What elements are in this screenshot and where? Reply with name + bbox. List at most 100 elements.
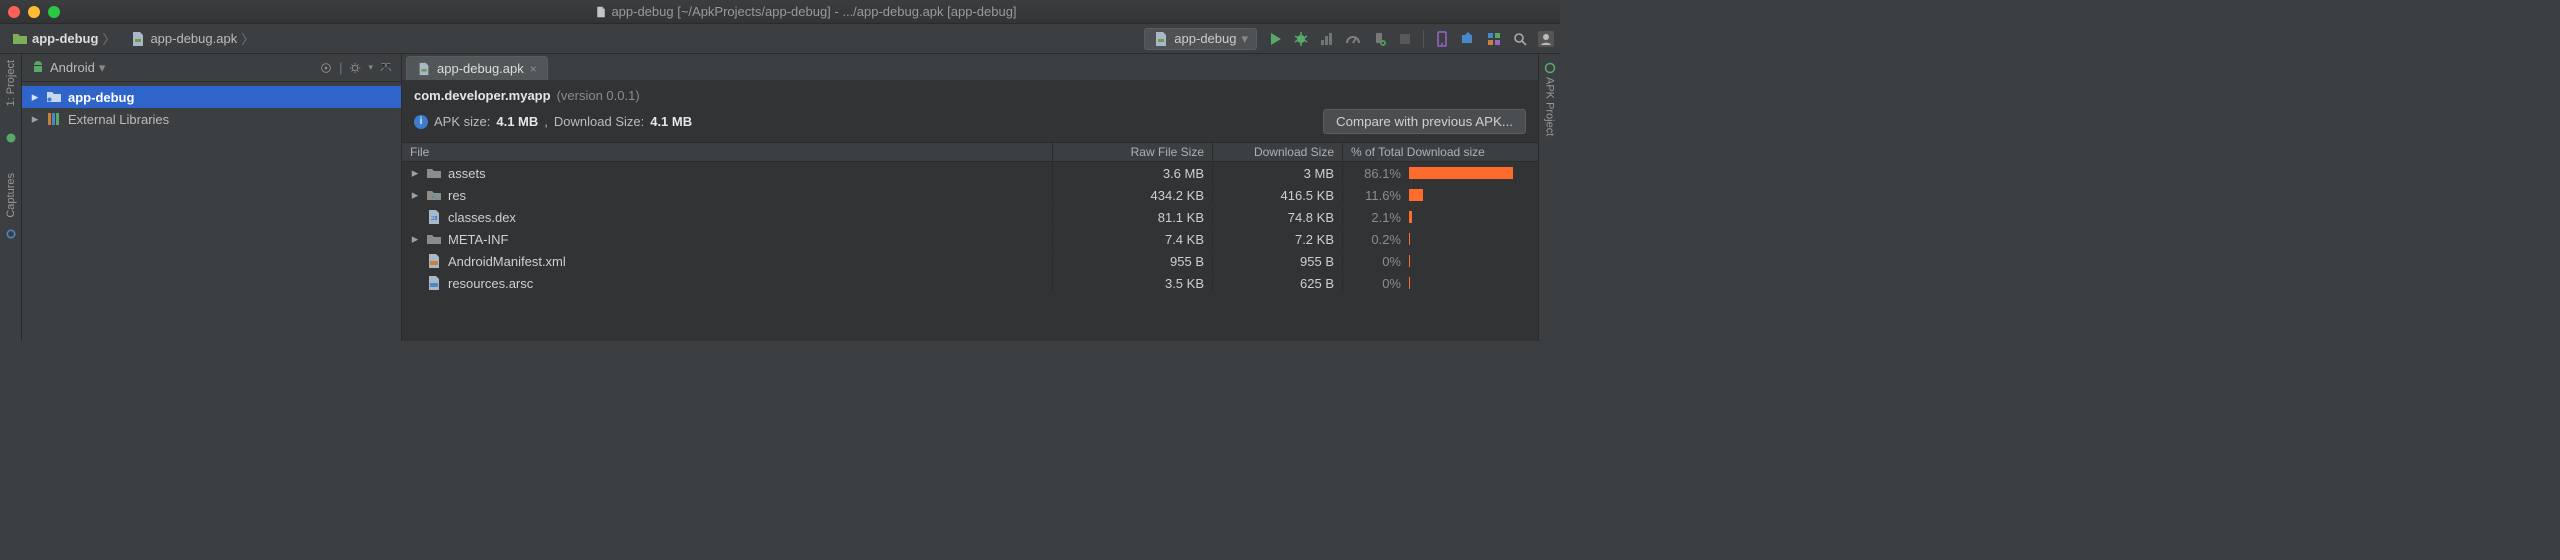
toolbar-separator: | [339, 60, 342, 75]
breadcrumb-file[interactable]: app-debug.apk 〉 [124, 27, 260, 50]
editor-tabbar: app-debug.apk × [402, 54, 1538, 80]
tool-tab-captures[interactable]: Captures [5, 173, 17, 218]
file-icon [595, 6, 607, 18]
close-window-button[interactable] [8, 6, 20, 18]
run-button[interactable] [1267, 31, 1283, 47]
file-name: META-INF [448, 232, 508, 247]
debug-button[interactable] [1293, 31, 1309, 47]
file-name: AndroidManifest.xml [448, 254, 566, 269]
file-name: resources.arsc [448, 276, 533, 291]
percent-bar [1409, 231, 1530, 247]
editor-tab-label: app-debug.apk [437, 61, 524, 76]
target-icon[interactable] [319, 61, 333, 75]
content-area: Android ▾ | ▾ ▸ app-debug ▸ [22, 54, 1538, 341]
attach-button[interactable] [1371, 31, 1387, 47]
percent-cell: 2.1% [1343, 209, 1538, 225]
tool-tab-apk-project[interactable]: APK Project [1544, 77, 1556, 136]
gauge-icon[interactable] [1345, 31, 1361, 47]
expand-arrow-icon[interactable]: ▸ [30, 111, 40, 127]
package-version: (version 0.0.1) [557, 88, 640, 103]
breadcrumb-root[interactable]: app-debug 〉 [6, 27, 121, 50]
window-titlebar: app-debug [~/ApkProjects/app-debug] - ..… [0, 0, 1560, 24]
col-header-download[interactable]: Download Size [1213, 143, 1343, 161]
gear-icon[interactable] [348, 61, 362, 75]
android-icon [5, 132, 17, 147]
expand-arrow-icon[interactable]: ▸ [410, 231, 420, 247]
profile-button[interactable] [1319, 31, 1335, 47]
download-size: 7.2 KB [1213, 230, 1343, 249]
project-folder-icon [12, 31, 28, 47]
file-type-icon [426, 165, 442, 181]
percent-cell: 0.2% [1343, 231, 1538, 247]
sdk-manager-button[interactable] [1460, 31, 1476, 47]
raw-size: 955 B [1053, 252, 1213, 271]
col-header-file[interactable]: File [402, 143, 1053, 161]
table-body: ▸assets3.6 MB3 MB86.1%▸res434.2 KB416.5 … [402, 162, 1538, 294]
editor-tab[interactable]: app-debug.apk × [406, 56, 548, 80]
search-button[interactable] [1512, 31, 1528, 47]
library-icon [46, 111, 62, 127]
col-header-percent[interactable]: % of Total Download size [1343, 143, 1538, 161]
run-config-selector[interactable]: app-debug ▾ [1144, 28, 1257, 50]
download-size: 74.8 KB [1213, 208, 1343, 227]
stop-button [1397, 31, 1413, 47]
expand-arrow-icon[interactable]: ▸ [410, 187, 420, 203]
table-header: File Raw File Size Download Size % of To… [402, 142, 1538, 162]
apk-size-value: 4.1 MB [496, 114, 538, 129]
table-row[interactable]: ▸assets3.6 MB3 MB86.1% [402, 162, 1538, 184]
download-size: 3 MB [1213, 164, 1343, 183]
breadcrumb-root-label: app-debug [32, 31, 98, 46]
apk-size-row: i APK size: 4.1 MB, Download Size: 4.1 M… [402, 105, 1538, 142]
tool-tab-project[interactable]: 1: Project [5, 60, 17, 106]
raw-size: 81.1 KB [1053, 208, 1213, 227]
project-view-label: Android [50, 60, 95, 75]
file-name: res [448, 188, 466, 203]
compare-apk-button[interactable]: Compare with previous APK... [1323, 109, 1526, 134]
chevron-down-icon: ▾ [1241, 31, 1248, 47]
table-row[interactable]: AndroidManifest.xml955 B955 B0% [402, 250, 1538, 272]
percent-label: 11.6% [1351, 188, 1401, 203]
file-type-icon [426, 253, 442, 269]
percent-bar [1409, 209, 1530, 225]
avd-manager-button[interactable] [1434, 31, 1450, 47]
user-icon[interactable] [1538, 31, 1554, 47]
left-tool-strip: 1: Project Captures [0, 54, 22, 341]
percent-label: 0.2% [1351, 232, 1401, 247]
toolbar: app-debug 〉 app-debug.apk 〉 app-debug ▾ [0, 24, 1560, 54]
tree-node-external-libraries[interactable]: ▸ External Libraries [22, 108, 401, 130]
col-header-raw[interactable]: Raw File Size [1053, 143, 1213, 161]
close-tab-button[interactable]: × [530, 62, 537, 76]
percent-label: 0% [1351, 254, 1401, 269]
minimize-window-button[interactable] [28, 6, 40, 18]
percent-label: 0% [1351, 276, 1401, 291]
package-name: com.developer.myapp [414, 88, 551, 103]
table-row[interactable]: ▸res434.2 KB416.5 KB11.6% [402, 184, 1538, 206]
project-tree: ▸ app-debug ▸ External Libraries [22, 82, 401, 134]
module-folder-icon [46, 89, 62, 105]
project-view-selector[interactable]: Android ▾ [30, 60, 105, 76]
table-row[interactable]: resources.arsc3.5 KB625 B0% [402, 272, 1538, 294]
collapse-icon[interactable] [379, 61, 393, 75]
apk-size-label: APK size: [434, 114, 490, 129]
apk-analyzer: app-debug.apk × com.developer.myapp (ver… [402, 54, 1538, 341]
percent-bar [1409, 165, 1530, 181]
expand-arrow-icon[interactable]: ▸ [410, 165, 420, 181]
table-row[interactable]: ▸META-INF7.4 KB7.2 KB0.2% [402, 228, 1538, 250]
download-size-label: Download Size: [554, 114, 644, 129]
percent-bar [1409, 253, 1530, 269]
tree-node-root[interactable]: ▸ app-debug [22, 86, 401, 108]
file-type-icon: 01 [426, 209, 442, 225]
file-name: assets [448, 166, 486, 181]
chevron-right-icon: 〉 [241, 29, 254, 48]
expand-arrow-icon[interactable]: ▸ [30, 89, 40, 105]
download-size-value: 4.1 MB [650, 114, 692, 129]
maximize-window-button[interactable] [48, 6, 60, 18]
file-type-icon [426, 231, 442, 247]
right-tool-strip: APK Project [1538, 54, 1560, 341]
download-size: 625 B [1213, 274, 1343, 293]
percent-label: 2.1% [1351, 210, 1401, 225]
sync-button[interactable] [1486, 31, 1502, 47]
table-row[interactable]: 01classes.dex81.1 KB74.8 KB2.1% [402, 206, 1538, 228]
svg-text:01: 01 [431, 215, 436, 220]
chevron-right-icon: 〉 [102, 29, 115, 48]
